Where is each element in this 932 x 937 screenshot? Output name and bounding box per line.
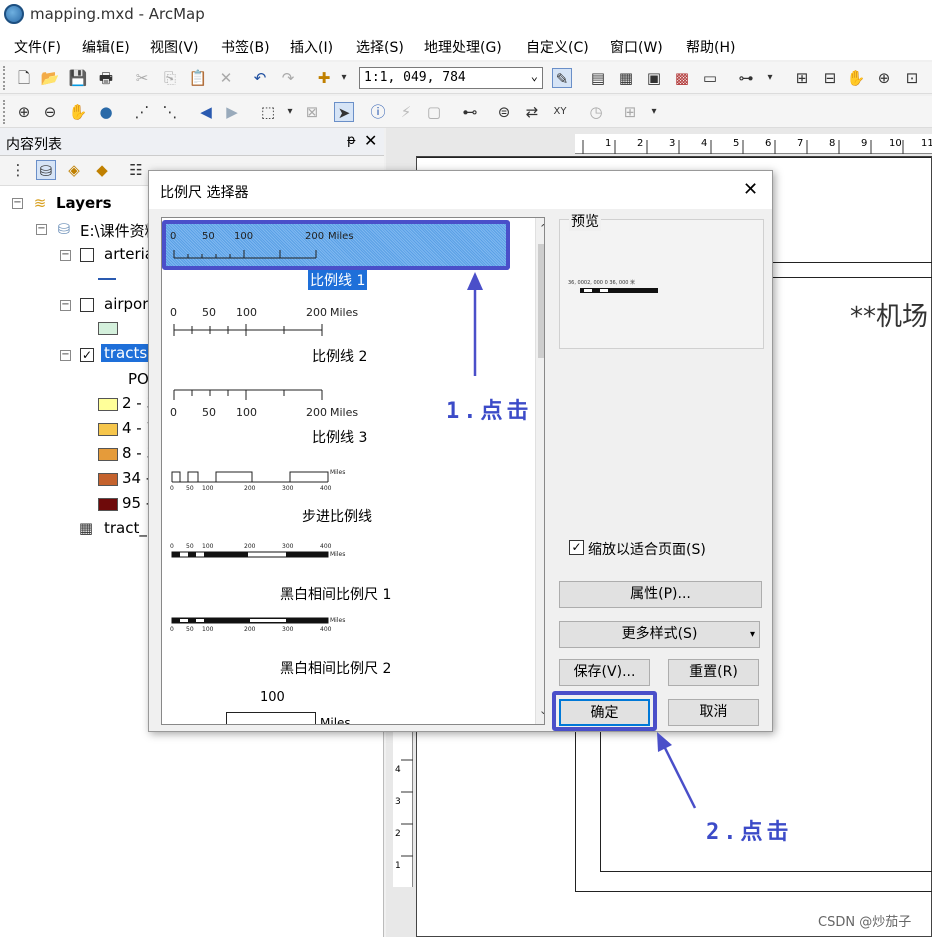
annotation-step-2: 2.点击	[706, 820, 793, 845]
annotation-step-1: 1.点击	[446, 399, 533, 424]
annotation-arrows	[467, 272, 697, 809]
